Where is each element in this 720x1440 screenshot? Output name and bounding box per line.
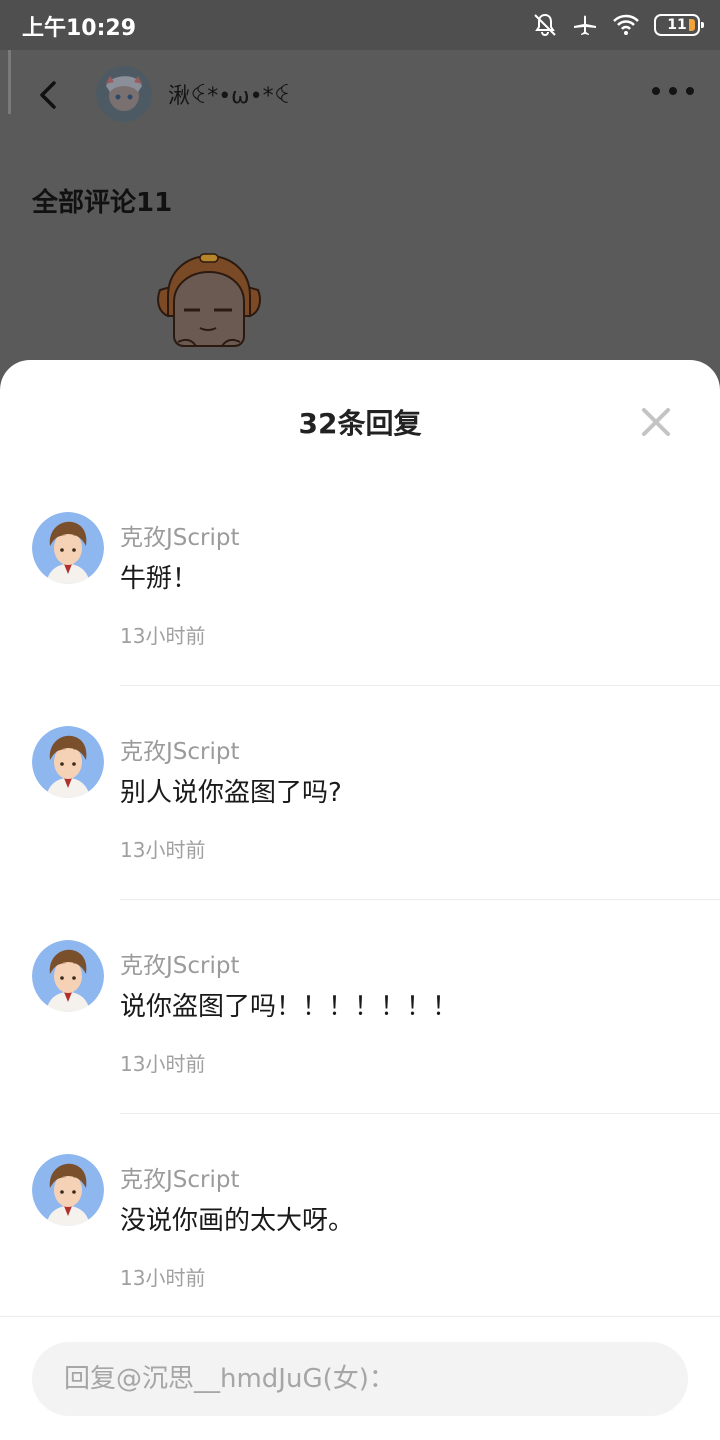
reply-content: 别人说你盗图了吗? [120, 778, 342, 808]
reply-input-bar [0, 1316, 720, 1440]
edge-indicator [8, 50, 11, 114]
reply-time: 13小时前 [120, 1266, 206, 1290]
status-icons: 11 [532, 10, 704, 40]
divider [120, 899, 720, 900]
close-icon [642, 408, 670, 436]
post-page-background: 湫ꒊ*•ω•*ꒊ 全部评论11 [0, 50, 720, 380]
reply-time: 13小时前 [120, 1052, 206, 1076]
reply-time: 13小时前 [120, 624, 206, 648]
reply-input[interactable] [32, 1342, 688, 1416]
user-avatar[interactable] [32, 940, 104, 1012]
reply-content: 没说你画的太大呀。 [120, 1206, 355, 1236]
author-avatar[interactable] [96, 66, 152, 122]
reply-item[interactable]: 克孜JScript 牛掰！ 13小时前 [0, 498, 720, 712]
reply-time: 13小时前 [120, 838, 206, 862]
sheet-title: 32条回复 [298, 407, 422, 440]
all-comments-title: 全部评论11 [32, 188, 173, 218]
reply-username[interactable]: 克孜JScript [120, 732, 240, 766]
user-avatar[interactable] [32, 512, 104, 584]
reply-content: 说你盗图了吗！！！！！！！ [120, 992, 459, 1022]
reply-item[interactable]: 克孜JScript 别人说你盗图了吗? 13小时前 [0, 712, 720, 926]
author-name[interactable]: 湫ꒊ*•ω•*ꒊ [168, 78, 291, 110]
divider [120, 1113, 720, 1114]
status-time: 上午10:29 [22, 16, 137, 41]
mute-bell-icon [532, 12, 558, 38]
reply-username[interactable]: 克孜JScript [120, 518, 240, 552]
chevron-left-icon [40, 81, 56, 109]
replies-sheet: 32条回复 克孜JScript 牛掰！ 13小时前 克孜JScript 别人说你… [0, 360, 720, 1440]
user-avatar[interactable] [32, 726, 104, 798]
wifi-icon [612, 13, 640, 37]
reply-item[interactable]: 克孜JScript 说你盗图了吗！！！！！！！ 13小时前 [0, 926, 720, 1140]
back-button[interactable] [30, 75, 70, 115]
user-avatar[interactable] [32, 1154, 104, 1226]
more-dots-icon [652, 87, 660, 95]
close-button[interactable] [636, 402, 676, 442]
reply-content: 牛掰！ [120, 564, 199, 594]
airplane-icon [572, 12, 598, 38]
battery-level: 11 [667, 17, 687, 33]
battery-icon: 11 [654, 14, 704, 36]
sticker-image [148, 250, 270, 360]
reply-username[interactable]: 克孜JScript [120, 1160, 240, 1194]
divider [120, 685, 720, 686]
reply-username[interactable]: 克孜JScript [120, 946, 240, 980]
reply-list: 克孜JScript 牛掰！ 13小时前 克孜JScript 别人说你盗图了吗? … [0, 498, 720, 1354]
more-options-button[interactable] [652, 84, 694, 98]
status-bar: 上午10:29 11 [0, 0, 720, 50]
